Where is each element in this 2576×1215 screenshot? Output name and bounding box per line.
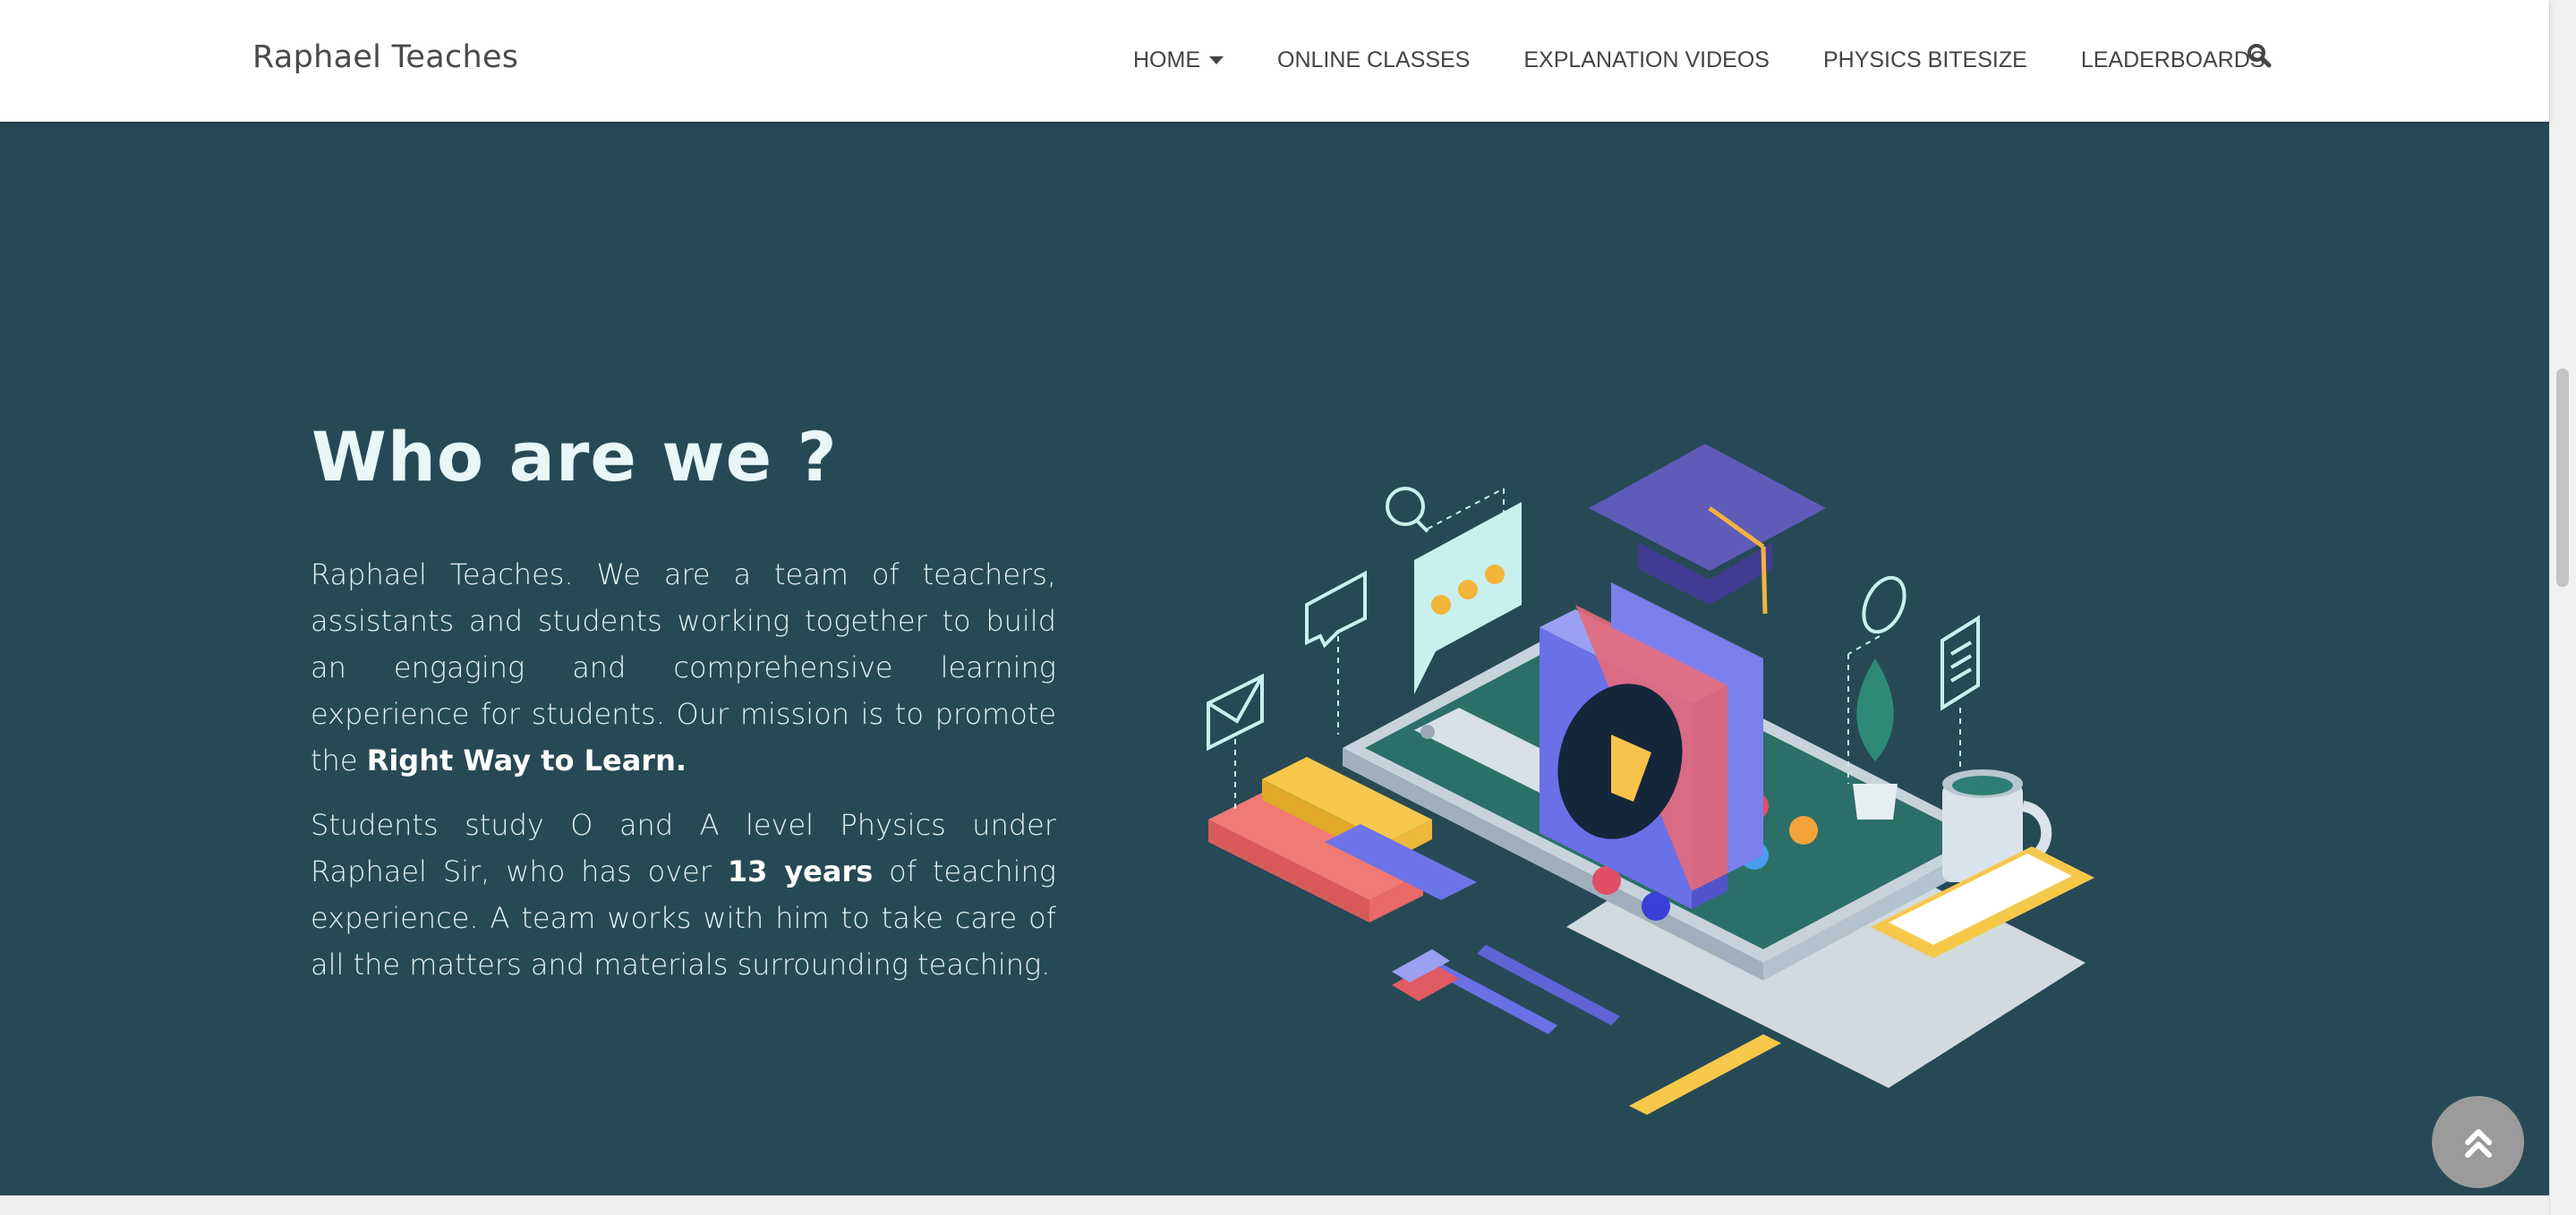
nav-item-leaderboards-label: LEADERBOARDS <box>2080 47 2265 72</box>
about-paragraph-1-bold: Right Way to Learn. <box>366 743 687 777</box>
nav-item-explanation-videos[interactable]: EXPLANATION VIDEOS <box>1523 47 1770 73</box>
main-nav: HOME ONLINE CLASSES EXPLANATION VIDEOS P… <box>1133 47 2265 73</box>
about-paragraph-2: Students study O and A level Physics und… <box>311 802 1056 988</box>
search-icon <box>2248 44 2272 68</box>
back-to-top-button[interactable] <box>2432 1096 2524 1188</box>
search-button[interactable] <box>2245 41 2273 70</box>
double-chevron-up-icon <box>2464 1128 2492 1158</box>
who-are-we-section: Who are we ? Raphael Teaches. We are a t… <box>0 122 2549 1195</box>
page-bottom-edge <box>0 1195 2549 1215</box>
nav-item-online-classes[interactable]: ONLINE CLASSES <box>1277 47 1470 73</box>
brand-logo-text[interactable]: Raphael Teaches <box>252 39 518 75</box>
nav-item-home[interactable]: HOME <box>1133 47 1224 73</box>
nav-item-online-classes-label: ONLINE CLASSES <box>1277 47 1471 72</box>
nav-item-leaderboards[interactable]: LEADERBOARDS <box>2081 47 2265 73</box>
scrollbar-thumb[interactable] <box>2556 369 2569 587</box>
about-paragraph-2-bold: 13 years <box>727 854 874 888</box>
section-title: Who are we ? <box>311 417 838 497</box>
about-text: Raphael Teaches. We are a team of teache… <box>311 551 1056 1006</box>
education-illustration <box>1207 444 2094 1115</box>
top-navbar: Raphael Teaches HOME ONLINE CLASSES EXPL… <box>0 0 2549 122</box>
about-paragraph-1: Raphael Teaches. We are a team of teache… <box>311 551 1056 784</box>
nav-item-physics-bitesize-label: PHYSICS BITESIZE <box>1822 47 2027 72</box>
caret-down-icon <box>1209 55 1224 64</box>
nav-item-home-label: HOME <box>1133 47 1200 72</box>
nav-item-explanation-videos-label: EXPLANATION VIDEOS <box>1523 47 1770 72</box>
page-scrollbar[interactable] <box>2549 0 2576 1215</box>
nav-item-physics-bitesize[interactable]: PHYSICS BITESIZE <box>1823 47 2027 73</box>
